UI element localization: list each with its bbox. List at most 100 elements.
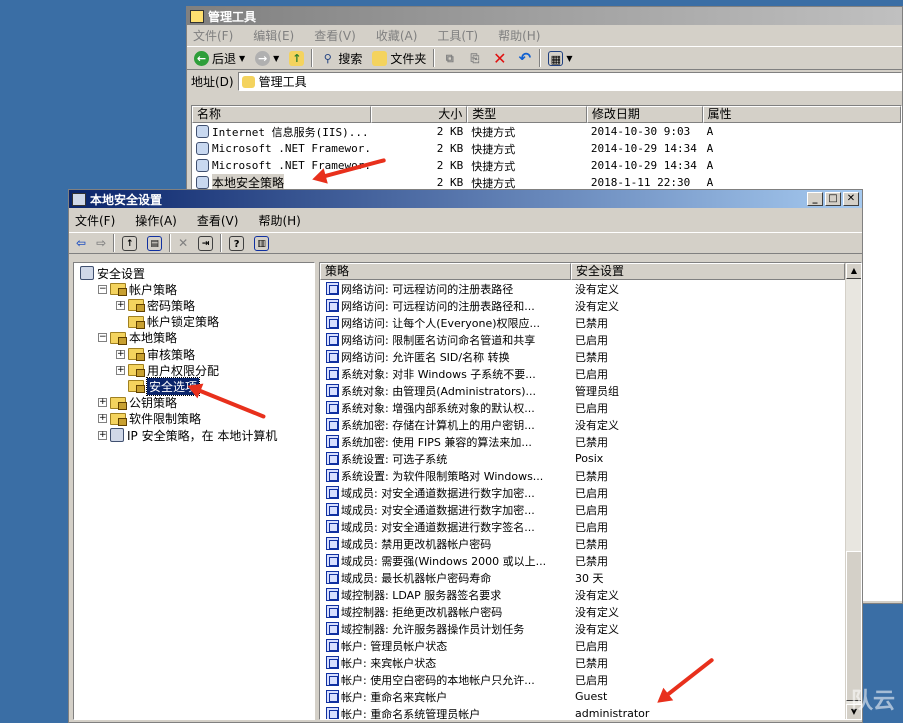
policy-row[interactable]: 系统设置: 为软件限制策略对 Windows... 已禁用 bbox=[320, 467, 861, 484]
col-type[interactable]: 类型 bbox=[467, 106, 587, 123]
policy-row[interactable]: 系统加密: 使用 FIPS 兼容的算法来加... 已禁用 bbox=[320, 433, 861, 450]
menu-action[interactable]: 操作(A) bbox=[135, 212, 177, 229]
file-name-cell: Internet 信息服务(IIS)... bbox=[192, 124, 371, 140]
tree-node[interactable]: + 软件限制策略 bbox=[98, 411, 201, 427]
menu-tools[interactable]: 工具(T) bbox=[437, 27, 478, 44]
menu-edit[interactable]: 编辑(E) bbox=[253, 27, 294, 44]
tree-node[interactable]: + 审核策略 bbox=[116, 346, 195, 362]
up-level-button[interactable]: ↑ bbox=[119, 235, 140, 252]
policy-row[interactable]: 域成员: 对安全通道数据进行数字加密... 已启用 bbox=[320, 484, 861, 501]
policy-row[interactable]: 域成员: 最长机器帐户密码寿命 30 天 bbox=[320, 569, 861, 586]
tree-node[interactable]: + 公钥策略 bbox=[98, 395, 177, 411]
policy-row[interactable]: 系统对象: 增强内部系统对象的默认权... 已启用 bbox=[320, 399, 861, 416]
secpol-toolbar: ⇦ ⇨ ↑ ▤ ✕ ⇥ ? ▥ bbox=[69, 232, 862, 254]
search-button[interactable]: ⚲ 搜索 bbox=[317, 49, 365, 68]
policy-row[interactable]: 系统对象: 由管理员(Administrators)... 管理员组 bbox=[320, 382, 861, 399]
close-button[interactable]: ✕ bbox=[843, 192, 859, 206]
policy-row[interactable]: 域成员: 对安全通道数据进行数字加密... 已启用 bbox=[320, 501, 861, 518]
tree-node[interactable]: + 用户权限分配 bbox=[116, 362, 219, 378]
copy-to-button[interactable]: ⎘ bbox=[464, 50, 485, 67]
col-date[interactable]: 修改日期 bbox=[586, 106, 703, 123]
policy-row[interactable]: 帐户: 来宾帐户状态 已禁用 bbox=[320, 654, 861, 671]
policy-row[interactable]: 域控制器: 拒绝更改机器帐户密码 没有定义 bbox=[320, 603, 861, 620]
col-setting[interactable]: 安全设置 bbox=[571, 263, 845, 280]
policy-row[interactable]: 域成员: 需要强(Windows 2000 或以上... 已禁用 bbox=[320, 552, 861, 569]
policy-row[interactable]: 网络访问: 让每个人(Everyone)权限应... 已禁用 bbox=[320, 314, 861, 331]
collapse-icon[interactable]: − bbox=[98, 333, 107, 343]
back-label: 后退 bbox=[212, 51, 237, 66]
policy-row[interactable]: 网络访问: 限制匿名访问命名管道和共享 已启用 bbox=[320, 331, 861, 348]
expand-icon[interactable]: + bbox=[116, 365, 125, 375]
scroll-thumb[interactable] bbox=[846, 551, 861, 701]
policy-name: 网络访问: 可远程访问的注册表路径 bbox=[341, 282, 514, 296]
policy-row[interactable]: 网络访问: 可远程访问的注册表路径 没有定义 bbox=[320, 280, 861, 297]
up-folder-button[interactable]: ↑ bbox=[286, 50, 307, 67]
undo-button[interactable]: ↶ bbox=[514, 50, 535, 67]
expand-icon[interactable]: + bbox=[116, 349, 125, 359]
policy-name-cell: 系统设置: 为软件限制策略对 Windows... bbox=[320, 468, 571, 484]
tree-node[interactable]: 帐户锁定策略 bbox=[116, 314, 219, 330]
policy-row[interactable]: 系统加密: 存储在计算机上的用户密钥... 没有定义 bbox=[320, 416, 861, 433]
col-size[interactable]: 大小 bbox=[371, 106, 468, 123]
expand-icon[interactable]: + bbox=[98, 414, 107, 424]
policy-setting-icon bbox=[326, 384, 339, 397]
toolbar-separator bbox=[311, 49, 314, 67]
export-button[interactable]: ⇥ bbox=[195, 235, 216, 252]
policy-row[interactable]: 帐户: 重命名系统管理员帐户 administrator bbox=[320, 705, 861, 719]
policy-row[interactable]: 网络访问: 可远程访问的注册表路径和... 没有定义 bbox=[320, 297, 861, 314]
delete-button[interactable]: ✕ bbox=[489, 50, 510, 67]
file-row[interactable]: Microsoft .NET Framewor... 2 KB 快捷方式 2014-1… bbox=[192, 140, 901, 157]
menu-view[interactable]: 查看(V) bbox=[197, 212, 239, 229]
menu-file[interactable]: 文件(F) bbox=[75, 212, 115, 229]
menu-view[interactable]: 查看(V) bbox=[314, 27, 356, 44]
menu-file[interactable]: 文件(F) bbox=[193, 27, 233, 44]
properties-button[interactable]: ▥ bbox=[251, 235, 272, 252]
folders-button[interactable]: 文件夹 bbox=[369, 49, 429, 68]
policy-row[interactable]: 网络访问: 允许匿名 SID/名称 转换 已禁用 bbox=[320, 348, 861, 365]
collapse-icon[interactable]: − bbox=[98, 284, 107, 294]
tree-node[interactable]: 安全设置 bbox=[80, 265, 145, 281]
expand-icon[interactable]: + bbox=[116, 300, 125, 310]
policy-row[interactable]: 域控制器: 允许服务器操作员计划任务 没有定义 bbox=[320, 620, 861, 637]
tree-node[interactable]: + IP 安全策略，在 本地计算机 bbox=[98, 427, 277, 443]
delete-button[interactable]: ✕ bbox=[175, 235, 191, 251]
tree-node-label: 用户权限分配 bbox=[147, 363, 220, 378]
col-name[interactable]: 名称 bbox=[192, 106, 372, 123]
policy-list-scrollbar[interactable]: ▲ ▼ bbox=[845, 263, 861, 719]
tree-node[interactable]: − 帐户策略 bbox=[98, 281, 177, 297]
views-button[interactable]: ▦ ▼ bbox=[545, 50, 575, 67]
policy-name-cell: 系统加密: 使用 FIPS 兼容的算法来加... bbox=[320, 434, 571, 450]
scroll-up-button[interactable]: ▲ bbox=[846, 263, 861, 279]
menu-help[interactable]: 帮助(H) bbox=[498, 27, 540, 44]
help-button[interactable]: ? bbox=[226, 235, 247, 252]
policy-row[interactable]: 帐户: 管理员帐户状态 已启用 bbox=[320, 637, 861, 654]
col-attr[interactable]: 属性 bbox=[702, 106, 901, 123]
col-policy[interactable]: 策略 bbox=[320, 263, 571, 280]
expand-icon[interactable]: + bbox=[98, 398, 107, 408]
address-input[interactable]: 管理工具 bbox=[237, 72, 902, 91]
policy-row[interactable]: 帐户: 重命名来宾帐户 Guest bbox=[320, 688, 861, 705]
tree-node[interactable]: − 本地策略 bbox=[98, 330, 177, 346]
policy-row[interactable]: 系统设置: 可选子系统 Posix bbox=[320, 450, 861, 467]
tree-node[interactable]: + 密码策略 bbox=[116, 297, 195, 313]
back-button[interactable]: ← 后退 ▼ bbox=[191, 49, 248, 68]
show-tree-button[interactable]: ▤ bbox=[144, 235, 165, 252]
minimize-button[interactable]: _ bbox=[807, 192, 823, 206]
local-security-titlebar[interactable]: 本地安全设置 _ □ ✕ bbox=[69, 190, 862, 208]
file-row[interactable]: Microsoft .NET Framewor... 2 KB 快捷方式 2014-1… bbox=[192, 157, 901, 174]
forward-button[interactable]: → ▼ bbox=[252, 50, 282, 67]
policy-row[interactable]: 域控制器: LDAP 服务器签名要求 没有定义 bbox=[320, 586, 861, 603]
policy-row[interactable]: 系统对象: 对非 Windows 子系统不要... 已启用 bbox=[320, 365, 861, 382]
move-to-button[interactable]: ⧉ bbox=[439, 50, 460, 67]
policy-row[interactable]: 域成员: 禁用更改机器帐户密码 已禁用 bbox=[320, 535, 861, 552]
policy-row[interactable]: 帐户: 使用空白密码的本地帐户只允许... 已启用 bbox=[320, 671, 861, 688]
admin-tools-titlebar[interactable]: 管理工具 bbox=[187, 7, 902, 25]
expand-icon[interactable]: + bbox=[98, 430, 107, 440]
back-button[interactable]: ⇦ bbox=[73, 235, 89, 251]
file-row[interactable]: Internet 信息服务(IIS)... 2 KB 快捷方式 2014-10-30 … bbox=[192, 123, 901, 140]
menu-help[interactable]: 帮助(H) bbox=[258, 212, 300, 229]
menu-favorites[interactable]: 收藏(A) bbox=[376, 27, 418, 44]
policy-row[interactable]: 域成员: 对安全通道数据进行数字签名... 已启用 bbox=[320, 518, 861, 535]
maximize-button[interactable]: □ bbox=[825, 192, 841, 206]
forward-button[interactable]: ⇨ bbox=[93, 235, 109, 251]
